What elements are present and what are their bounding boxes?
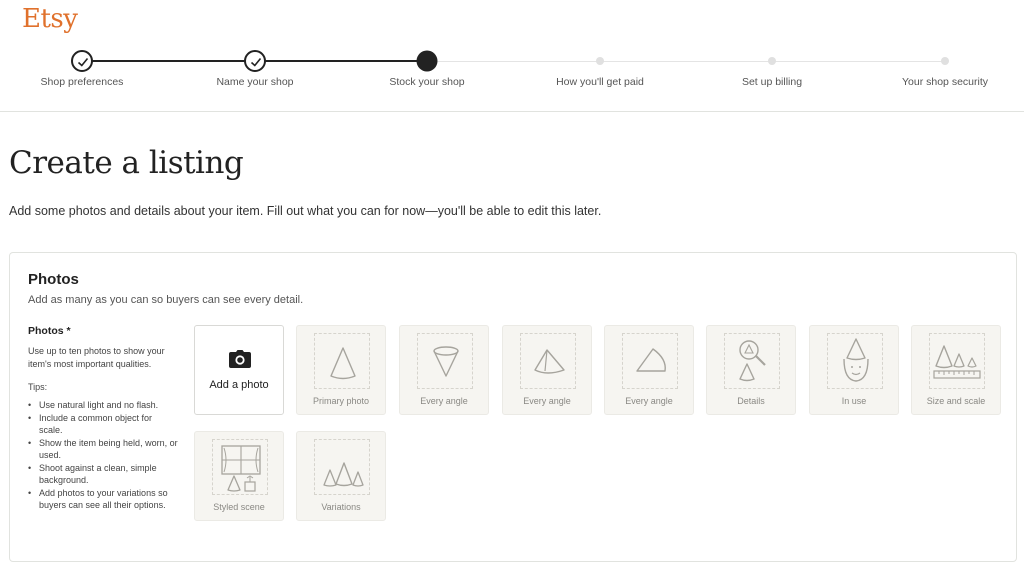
photo-slot-angle-2[interactable]: Every angle <box>502 325 592 415</box>
magnifier-icon <box>724 333 780 389</box>
cone-variations-icon <box>314 439 370 495</box>
step-label: Name your shop <box>216 76 294 88</box>
page-title: Create a listing <box>9 145 244 181</box>
photos-section: Photos Add as many as you can so buyers … <box>9 252 1017 562</box>
photo-slot-variations[interactable]: Variations <box>296 431 386 521</box>
camera-icon <box>229 350 251 368</box>
slot-label: Every angle <box>625 396 673 406</box>
onboarding-stepper: Shop preferences Name your shop Stock yo… <box>0 40 1024 100</box>
slot-label: Size and scale <box>926 396 986 406</box>
step-label: Shop preferences <box>40 76 124 88</box>
cone-inverted-icon <box>417 333 473 389</box>
current-step-dot <box>416 50 438 72</box>
slot-label: Details <box>737 396 765 406</box>
slot-label: Every angle <box>523 396 571 406</box>
photo-slot-primary[interactable]: Primary photo <box>296 325 386 415</box>
section-title: Photos <box>28 271 79 288</box>
photos-field-label: Photos * <box>28 325 71 337</box>
ruler-cones-icon <box>929 333 985 389</box>
pending-step-dot <box>768 57 776 65</box>
section-subtitle: Add as many as you can so buyers can see… <box>28 294 304 306</box>
window-scene-icon <box>212 439 268 495</box>
slot-label: In use <box>841 396 867 406</box>
pending-step-dot <box>941 57 949 65</box>
step-label: How you'll get paid <box>556 76 644 88</box>
page-subtitle: Add some photos and details about your i… <box>9 204 602 218</box>
check-icon <box>71 50 93 72</box>
photo-slot-size-scale[interactable]: Size and scale <box>911 325 1001 415</box>
step-label: Stock your shop <box>389 76 465 88</box>
slot-label: Variations <box>321 502 361 512</box>
photo-slot-details[interactable]: Details <box>706 325 796 415</box>
tip-item: Add photos to your variations so buyers … <box>28 487 178 512</box>
slot-label: Every angle <box>420 396 468 406</box>
tips-list: Use natural light and no flash. Include … <box>28 399 178 512</box>
cone-icon <box>314 333 370 389</box>
photo-slot-angle-3[interactable]: Every angle <box>604 325 694 415</box>
add-photo-label: Add a photo <box>209 379 269 391</box>
header: Etsy Shop preferences Name your shop Sto… <box>0 0 1024 112</box>
cone-side-icon <box>622 333 678 389</box>
pending-step-dot <box>596 57 604 65</box>
check-icon <box>244 50 266 72</box>
photo-slot-angle-1[interactable]: Every angle <box>399 325 489 415</box>
photo-slot-styled-scene[interactable]: Styled scene <box>194 431 284 521</box>
add-photo-button[interactable]: Add a photo <box>194 325 284 415</box>
tip-item: Show the item being held, worn, or used. <box>28 437 178 462</box>
cone-hat-face-icon <box>827 333 883 389</box>
cone-tilted-icon <box>520 333 576 389</box>
slot-label: Styled scene <box>213 502 265 512</box>
etsy-logo[interactable]: Etsy <box>22 4 78 34</box>
tip-item: Shoot against a clean, simple background… <box>28 462 178 487</box>
stepper-remaining-line <box>427 61 945 62</box>
tip-item: Include a common object for scale. <box>28 412 178 437</box>
step-label: Your shop security <box>902 76 988 88</box>
tip-item: Use natural light and no flash. <box>28 399 178 412</box>
photo-slot-in-use[interactable]: In use <box>809 325 899 415</box>
step-label: Set up billing <box>741 76 803 88</box>
tips-label: Tips: <box>28 382 48 392</box>
slot-label: Primary photo <box>312 396 370 406</box>
photos-guidance: Photos * Use up to ten photos to show yo… <box>28 325 178 512</box>
photos-description: Use up to ten photos to show your item's… <box>28 346 165 369</box>
